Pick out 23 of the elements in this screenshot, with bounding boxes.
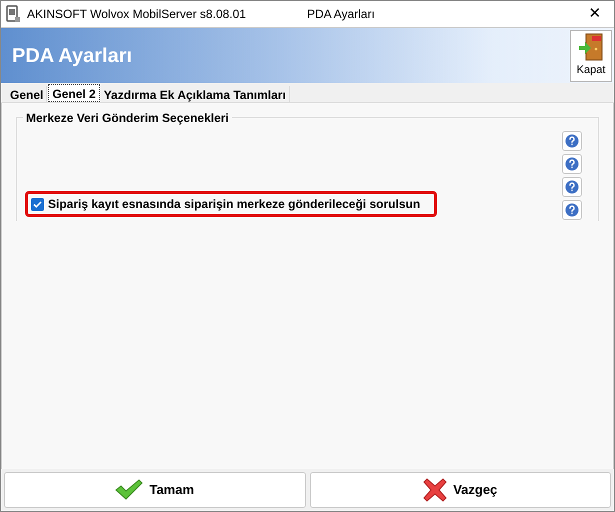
close-button[interactable]: ✕ — [580, 2, 610, 26]
cross-icon — [423, 478, 448, 502]
help-icon — [565, 157, 579, 171]
header-title: PDA Ayarları — [12, 44, 132, 68]
kapat-button[interactable]: Kapat — [570, 30, 612, 82]
help-icon — [565, 203, 579, 217]
help-button[interactable] — [562, 177, 582, 197]
exit-door-icon — [578, 32, 604, 62]
window-title: PDA Ayarları — [307, 6, 375, 23]
help-icon — [565, 180, 579, 194]
app-icon — [5, 5, 21, 23]
help-button[interactable] — [562, 131, 582, 151]
help-icon — [565, 134, 579, 148]
checkbox[interactable] — [31, 198, 44, 210]
help-button[interactable] — [562, 154, 582, 174]
check-icon — [33, 200, 42, 208]
checkmark-icon — [115, 479, 144, 501]
checkbox-label: Sipariş kayıt esnasında siparişin merkeze gönderileceği sorulsun — [48, 196, 420, 213]
app-title: AKINSOFT Wolvox MobilServer s8.08.01 — [27, 6, 247, 23]
tab[interactable]: Genel 2 — [48, 84, 100, 102]
dialog-button[interactable]: Vazgeç — [310, 472, 611, 508]
help-button[interactable] — [562, 200, 582, 220]
dialog-button[interactable]: Tamam — [4, 472, 306, 508]
